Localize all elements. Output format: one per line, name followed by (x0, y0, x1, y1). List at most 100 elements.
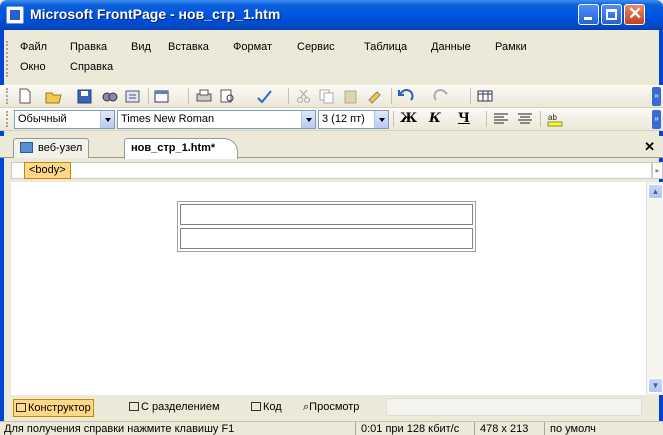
highlight-icon[interactable]: ab (546, 111, 564, 127)
menu-data[interactable]: Данные (431, 41, 471, 53)
print-icon[interactable] (195, 88, 213, 104)
style-select-value: Обычный (18, 113, 67, 125)
undo-icon[interactable] (397, 88, 415, 104)
toolbar-separator (188, 88, 189, 104)
menu-view[interactable]: Вид (131, 41, 151, 53)
font-select-value: Times New Roman (121, 113, 215, 125)
menu-help[interactable]: Справка (70, 61, 113, 73)
quick-tag-selector (11, 162, 652, 179)
close-button[interactable]: ✕ (624, 4, 645, 25)
menu-tools[interactable]: Сервис (297, 41, 335, 53)
status-page-size: 478 x 213 (480, 423, 529, 435)
website-icon (20, 142, 33, 153)
horizontal-scrollbar[interactable] (386, 398, 642, 416)
toolbar-separator (288, 88, 289, 104)
search-icon[interactable] (101, 88, 119, 104)
save-icon[interactable] (76, 88, 94, 104)
svg-text:ab: ab (548, 113, 557, 122)
tab-preview[interactable]: ⌕Просмотр (301, 399, 361, 417)
menu-edit[interactable]: Правка (70, 41, 107, 53)
chevron-down-icon[interactable] (374, 111, 388, 128)
italic-button[interactable]: К (429, 111, 441, 126)
toolbar-separator (391, 88, 392, 104)
insert-table-icon[interactable] (153, 88, 171, 104)
table-cell[interactable] (180, 228, 473, 249)
table-cell[interactable] (180, 204, 473, 225)
menu-table[interactable]: Таблица (364, 41, 407, 53)
table[interactable] (177, 201, 476, 252)
tab-code-label: Код (263, 401, 282, 413)
code-view-icon (251, 402, 261, 411)
spelling-icon[interactable] (255, 88, 273, 104)
document-tab-row: веб-узел нов_стр_1.htm* ✕ (0, 136, 663, 159)
status-separator (544, 422, 545, 435)
copy-icon[interactable] (318, 88, 336, 104)
tab-website[interactable]: веб-узел (13, 138, 90, 158)
menu-format[interactable]: Формат (233, 41, 272, 53)
status-separator (474, 422, 475, 435)
status-separator (355, 422, 356, 435)
toolbar-separator (470, 88, 471, 104)
tab-page[interactable]: нов_стр_1.htm* (124, 138, 239, 159)
format-painter-icon[interactable] (366, 88, 384, 104)
style-select[interactable]: Обычный (14, 110, 115, 129)
toolbar-overflow-chevron[interactable]: » (652, 110, 661, 129)
grid-icon[interactable] (476, 88, 494, 104)
menu-insert[interactable]: Вставка (168, 41, 209, 53)
tab-split[interactable]: С разделением (127, 399, 222, 417)
tag-body[interactable]: <body> (24, 162, 71, 179)
minimize-button[interactable] (578, 4, 599, 25)
vertical-scrollbar[interactable]: ▲ ▼ (646, 182, 663, 395)
menu-frames[interactable]: Рамки (495, 41, 527, 53)
status-bar: Для получения справки нажмите клавишу F1… (0, 421, 663, 435)
standard-toolbar: » (0, 85, 663, 108)
redo-icon[interactable] (432, 88, 450, 104)
status-download-time: 0:01 при 128 кбит/с (361, 423, 460, 435)
close-document-icon[interactable]: ✕ (644, 139, 655, 155)
toolbar-separator (540, 111, 541, 127)
menu-grip[interactable] (6, 41, 9, 77)
chevron-down-icon[interactable] (100, 111, 114, 128)
toolbar-overflow-chevron[interactable]: » (652, 87, 661, 106)
align-left-icon[interactable] (492, 111, 510, 127)
tag-scroll-right[interactable]: ▸ (652, 162, 663, 179)
status-mode: по умолч (550, 423, 596, 435)
tab-website-label: веб-узел (38, 142, 83, 154)
title-bar: Microsoft FrontPage - нов_стр_1.htm ✕ (0, 0, 663, 30)
maximize-button[interactable] (601, 4, 622, 25)
cut-icon[interactable] (295, 88, 313, 104)
publish-icon[interactable] (124, 88, 142, 104)
window-title: Microsoft FrontPage - нов_стр_1.htm (30, 6, 281, 22)
maximize-icon (606, 9, 617, 20)
tab-split-label: С разделением (141, 401, 220, 413)
tab-preview-label: Просмотр (309, 401, 360, 413)
open-icon[interactable] (45, 88, 63, 104)
new-page-icon[interactable] (16, 88, 34, 104)
tab-design-label: Конструктор (28, 402, 91, 414)
font-size-select[interactable]: 3 (12 пт) (318, 110, 389, 129)
toolbar-grip[interactable] (6, 88, 9, 104)
frontpage-app-icon[interactable] (6, 6, 24, 24)
scroll-up-icon[interactable]: ▲ (648, 184, 663, 199)
menu-file[interactable]: Файл (20, 41, 47, 53)
menu-window[interactable]: Окно (20, 61, 46, 73)
toolbar-separator (486, 111, 487, 127)
align-center-icon[interactable] (516, 111, 534, 127)
formatting-toolbar: Обычный Times New Roman 3 (12 пт) Ж К Ч … (0, 108, 663, 131)
bold-button[interactable]: Ж (400, 111, 417, 126)
close-icon: ✕ (628, 4, 643, 23)
tab-code[interactable]: Код (249, 399, 284, 417)
chevron-down-icon[interactable] (301, 111, 315, 128)
scroll-down-icon[interactable]: ▼ (648, 378, 663, 393)
tab-design[interactable]: Конструктор (13, 399, 94, 417)
print-preview-icon[interactable] (219, 88, 237, 104)
underline-button[interactable]: Ч (458, 111, 470, 126)
paste-icon[interactable] (342, 88, 360, 104)
toolbar-separator (393, 111, 394, 127)
font-size-value: 3 (12 пт) (322, 113, 365, 125)
toolbar-grip[interactable] (6, 111, 9, 127)
font-select[interactable]: Times New Roman (117, 110, 316, 129)
status-help-text: Для получения справки нажмите клавишу F1 (4, 423, 235, 435)
split-view-icon (129, 402, 139, 411)
tab-page-label: нов_стр_1.htm* (131, 142, 216, 154)
